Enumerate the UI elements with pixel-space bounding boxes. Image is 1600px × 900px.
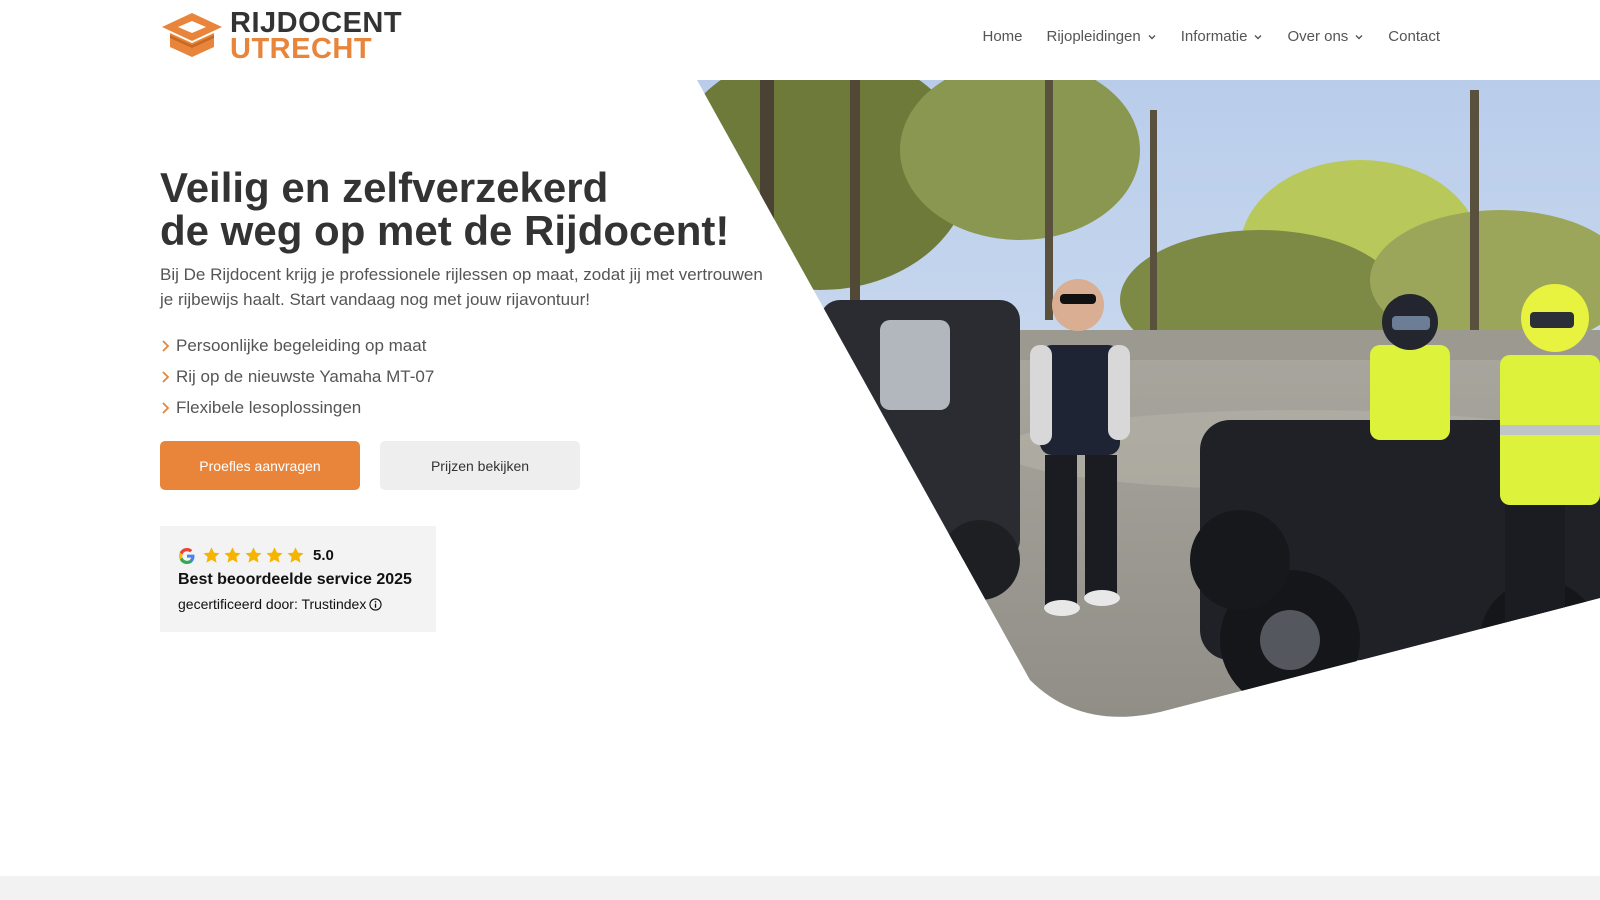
feature-label: Flexibele lesoplossingen <box>176 397 362 417</box>
rating-stars <box>202 546 307 565</box>
view-prices-button[interactable]: Prijzen bekijken <box>380 441 580 490</box>
feature-label: Rij op de nieuwste Yamaha MT-07 <box>176 366 435 386</box>
hero-title: Veilig en zelfverzekerd de weg op met de… <box>160 166 800 252</box>
trust-badge-title: Best beoordeelde service 2025 <box>178 571 412 588</box>
trustindex-badge[interactable]: 5.0 Best beoordeelde service 2025 gecert… <box>160 526 436 632</box>
google-icon <box>179 547 195 564</box>
list-item: Flexibele lesoplossingen <box>160 392 434 423</box>
star-icon <box>287 547 304 563</box>
list-item: Rij op de nieuwste Yamaha MT-07 <box>160 361 434 392</box>
next-section-band <box>0 876 1600 900</box>
info-icon[interactable] <box>369 597 382 611</box>
chevron-right-icon <box>162 401 170 414</box>
chevron-right-icon <box>162 370 170 383</box>
request-trial-lesson-button[interactable]: Proefles aanvragen <box>160 441 360 490</box>
hero-subtitle: Bij De Rijdocent krijg je professionele … <box>160 265 763 309</box>
star-icon <box>245 547 262 563</box>
trust-badge-certified: gecertificeerd door: Trustindex <box>178 596 382 612</box>
hero-title-line2: de weg op met de Rijdocent! <box>160 207 730 254</box>
hero-title-line1: Veilig en zelfverzekerd <box>160 164 609 211</box>
star-icon <box>266 547 283 563</box>
trust-badge-certified-label: gecertificeerd door: Trustindex <box>178 596 367 612</box>
feature-label: Persoonlijke begeleiding op maat <box>176 335 427 355</box>
feature-list: Persoonlijke begeleiding op maat Rij op … <box>160 330 434 423</box>
star-icon <box>203 547 220 563</box>
list-item: Persoonlijke begeleiding op maat <box>160 330 434 361</box>
chevron-right-icon <box>162 339 170 352</box>
star-icon <box>224 547 241 563</box>
rating-value: 5.0 <box>313 547 334 564</box>
